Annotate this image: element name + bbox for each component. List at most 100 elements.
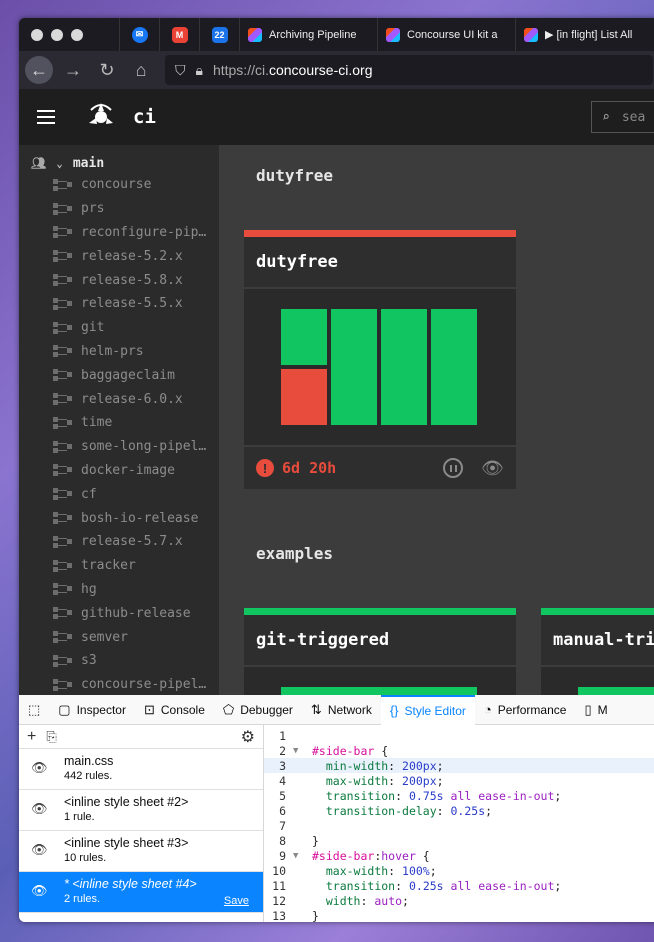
url-bar[interactable]: ⛉ 🔒︎ https://ci.concourse-ci.org: [165, 55, 653, 85]
job-box[interactable]: [381, 309, 427, 425]
tab-label: Debugger: [240, 702, 293, 717]
visibility-button[interactable]: 👁︎: [481, 458, 504, 479]
card-name[interactable]: manual-tri: [541, 615, 654, 665]
sidebar-item-pipeline[interactable]: baggageclaim: [19, 363, 219, 387]
reload-button[interactable]: ↻: [93, 56, 121, 84]
sidebar-item-pipeline[interactable]: some-long-pipel…: [19, 435, 219, 459]
tab-performance[interactable]: ◔ Performance: [475, 695, 576, 725]
tab-in-flight[interactable]: ▶ [in flight] List All: [515, 18, 635, 51]
stylesheet-item[interactable]: 👁︎ * <inline style sheet #4> 2 rules. Save: [19, 872, 263, 913]
pause-button[interactable]: [443, 458, 464, 478]
sidebar-item-pipeline[interactable]: s3: [19, 649, 219, 673]
save-stylesheet-link[interactable]: Save: [224, 895, 249, 907]
sidebar-item-pipeline[interactable]: tracker: [19, 554, 219, 578]
pinned-tab-calendar[interactable]: 22: [199, 18, 239, 51]
line-number: 5: [279, 788, 286, 803]
code-line[interactable]: 12 width: auto;: [264, 893, 654, 908]
code-line[interactable]: 1: [264, 728, 654, 743]
job-box[interactable]: [431, 309, 477, 425]
eye-icon[interactable]: 👁︎: [31, 842, 51, 858]
zoom-window-button[interactable]: [71, 28, 83, 41]
eye-icon[interactable]: 👁︎: [31, 760, 51, 776]
sidebar-item-pipeline[interactable]: hg: [19, 578, 219, 602]
sidebar-item-pipeline[interactable]: reconfigure-pip…: [19, 221, 219, 245]
code-line[interactable]: 5 transition: 0.75s all ease-in-out;: [264, 788, 654, 803]
sidebar-item-label: release-5.2.x: [81, 248, 183, 264]
pause-icon: [449, 464, 452, 472]
concourse-logo-icon[interactable]: [85, 101, 117, 133]
code-editor[interactable]: 1 2 ▼ #side-bar {3 min-width: 200px; 4 max-w…: [264, 725, 654, 922]
code-token: ;: [402, 893, 409, 908]
fold-toggle[interactable]: ▼: [290, 851, 312, 861]
code-line[interactable]: 11 transition: 0.25s all ease-in-out;: [264, 878, 654, 893]
job-box[interactable]: [281, 309, 327, 365]
tab-debugger[interactable]: ⬠ Debugger: [214, 695, 302, 725]
sidebar-item-pipeline[interactable]: docker-image: [19, 459, 219, 483]
code-line[interactable]: 6 transition-delay: 0.25s;: [264, 803, 654, 818]
sidebar-item-pipeline[interactable]: helm-prs: [19, 340, 219, 364]
stylesheet-item[interactable]: 👁︎ <inline style sheet #2> 1 rule.: [19, 790, 263, 831]
sidebar-item-label: baggageclaim: [81, 367, 175, 383]
back-button[interactable]: ←: [25, 56, 53, 84]
pinned-tab-gmail[interactable]: M: [159, 18, 199, 51]
sidebar-item-pipeline[interactable]: release-5.2.x: [19, 244, 219, 268]
code-token: auto: [374, 893, 403, 908]
code-line[interactable]: 10 max-width: 100%;: [264, 863, 654, 878]
tab-memory[interactable]: ▯ M: [575, 695, 616, 725]
code-line[interactable]: 13}: [264, 908, 654, 923]
search-input[interactable]: ⌕ sea: [591, 101, 654, 133]
card-name[interactable]: dutyfree: [244, 237, 516, 287]
import-stylesheet-button[interactable]: ⎘: [46, 729, 56, 745]
tab-inspector[interactable]: ▢ Inspector: [49, 695, 135, 725]
sidebar-item-pipeline[interactable]: semver: [19, 625, 219, 649]
pipeline-card-dutyfree[interactable]: dutyfree ! 6d 20h 👁︎: [244, 230, 516, 489]
sidebar-item-pipeline[interactable]: prs: [19, 197, 219, 221]
home-button[interactable]: ⌂: [127, 56, 155, 84]
tab-style-editor[interactable]: {} Style Editor: [380, 694, 475, 725]
code-line[interactable]: 8}: [264, 833, 654, 848]
sidebar-item-pipeline[interactable]: github-release: [19, 601, 219, 625]
job-box[interactable]: [281, 369, 327, 425]
eye-icon[interactable]: 👁︎: [31, 801, 51, 817]
sidebar-item-pipeline[interactable]: bosh-io-release: [19, 506, 219, 530]
sidebar-team[interactable]: 👥︎ ⌄ main: [19, 153, 219, 173]
eye-icon[interactable]: 👁︎: [31, 883, 51, 899]
close-window-button[interactable]: [31, 28, 43, 41]
sidebar-item-pipeline[interactable]: release-5.7.x: [19, 530, 219, 554]
pipeline-preview[interactable]: [244, 287, 516, 445]
sidebar-item-pipeline[interactable]: release-5.5.x: [19, 292, 219, 316]
code-line[interactable]: 4 max-width: 200px;: [264, 773, 654, 788]
sidebar-item-pipeline[interactable]: release-5.8.x: [19, 268, 219, 292]
fold-toggle[interactable]: ▼: [290, 746, 312, 756]
tab-console[interactable]: ⊡ Console: [135, 695, 214, 725]
sidebar-item-pipeline[interactable]: release-6.0.x: [19, 387, 219, 411]
forward-button[interactable]: →: [59, 56, 87, 84]
card-name[interactable]: git-triggered: [244, 615, 516, 665]
settings-button[interactable]: ⚙: [241, 727, 255, 747]
element-picker-button[interactable]: ⬚: [19, 695, 49, 725]
code-line[interactable]: 7: [264, 818, 654, 833]
tab-label: ▶ [in flight] List All: [545, 29, 633, 41]
tab-network[interactable]: ⇅ Network: [302, 695, 381, 725]
job-box[interactable]: [331, 309, 377, 425]
hamburger-menu-button[interactable]: [19, 89, 73, 145]
tab-archiving-pipeline[interactable]: Archiving Pipeline: [239, 18, 377, 51]
card-footer: ! 6d 20h 👁︎: [244, 445, 516, 489]
pinned-tab-messenger[interactable]: ✉: [119, 18, 159, 51]
stylesheet-item[interactable]: 👁︎ main.css 442 rules.: [19, 749, 263, 790]
sidebar-item-pipeline[interactable]: time: [19, 411, 219, 435]
stylesheet-item[interactable]: 👁︎ <inline style sheet #3> 10 rules.: [19, 831, 263, 872]
code-line[interactable]: 2 ▼ #side-bar {: [264, 743, 654, 758]
minimize-window-button[interactable]: [51, 28, 63, 41]
console-icon: ⊡: [143, 701, 155, 717]
figma-icon: [248, 27, 262, 42]
sidebar-item-pipeline[interactable]: concourse-pipel…: [19, 673, 219, 697]
code-line[interactable]: 9 ▼ #side-bar: hover {: [264, 848, 654, 863]
code-line[interactable]: 3 min-width: 200px;: [264, 758, 654, 773]
sidebar-item-pipeline[interactable]: cf: [19, 482, 219, 506]
devtools-panel: ⬚ ▢ Inspector ⊡ Console ⬠ Debugger ⇅ Network…: [19, 694, 654, 922]
tab-concourse-ui-kit[interactable]: Concourse UI kit a: [377, 18, 515, 51]
sidebar-item-pipeline[interactable]: concourse: [19, 173, 219, 197]
sidebar-item-pipeline[interactable]: git: [19, 316, 219, 340]
add-stylesheet-button[interactable]: +: [27, 728, 36, 746]
